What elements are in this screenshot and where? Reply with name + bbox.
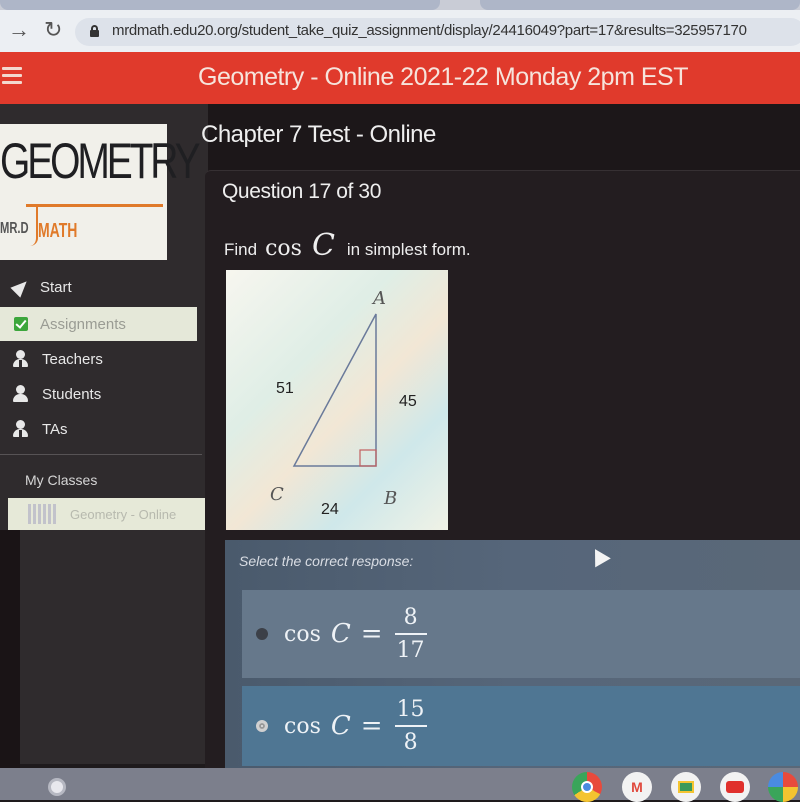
sidebar-item-assignments[interactable]: Assignments	[0, 307, 197, 341]
sidebar-item-start[interactable]: Start	[0, 270, 197, 304]
sidebar-item-teachers[interactable]: Teachers	[0, 342, 197, 376]
sidebar-item-label: TAs	[42, 420, 68, 438]
person-icon	[12, 385, 30, 403]
radio-button[interactable]	[256, 720, 268, 732]
vertex-a-label: A	[373, 288, 386, 309]
answer-equals: =	[360, 711, 383, 741]
answer-function: cos	[284, 713, 321, 739]
sidebar-item-label: Teachers	[42, 350, 103, 368]
lock-icon	[90, 25, 99, 37]
vertex-b-label: B	[384, 488, 398, 509]
logo-underline	[26, 204, 163, 207]
answer-fraction: 8 17	[394, 605, 427, 663]
sidebar-item-tas[interactable]: TAs	[0, 412, 197, 446]
sidebar-divider	[0, 454, 202, 455]
app-header: Geometry - Online 2021-22 Monday 2pm EST	[0, 52, 800, 104]
sidebar-item-label: Students	[42, 385, 102, 403]
checkbox-icon	[14, 317, 28, 331]
prompt-variable: C	[311, 228, 335, 263]
class-name: Geometry - Online	[70, 506, 177, 522]
answer-equals: =	[360, 619, 383, 649]
triangle-shape	[292, 313, 377, 467]
answer-option-2[interactable]: cos C = 15 8	[242, 686, 800, 766]
vertex-c-label: C	[270, 484, 284, 505]
select-response-label: Select the correct response:	[239, 553, 414, 569]
radio-button-selected[interactable]	[256, 628, 268, 640]
chrome-icon[interactable]	[572, 772, 602, 802]
right-angle-marker	[359, 449, 377, 467]
answer-function: cos	[284, 621, 321, 647]
prompt-suffix: in simplest form.	[346, 240, 471, 259]
logo-math: MATH	[38, 220, 78, 242]
side-cb-length: 24	[321, 501, 339, 518]
geometry-logo: GEOMETRY MR.D MATH	[0, 124, 201, 260]
question-number: Question 17 of 30	[222, 180, 381, 203]
sidebar-item-label: Start	[40, 278, 72, 296]
answer-option-1[interactable]: cos C = 8 17	[242, 590, 800, 678]
class-item-geometry-online[interactable]: Geometry - Online	[8, 498, 206, 530]
classroom-icon[interactable]	[671, 772, 701, 802]
side-ab-length: 45	[399, 393, 417, 410]
browser-tab[interactable]	[480, 0, 800, 10]
gmail-icon[interactable]: M	[622, 772, 652, 802]
prompt-function: cos	[265, 236, 302, 261]
navigation-arrow-icon	[10, 276, 32, 298]
photos-icon[interactable]	[768, 772, 798, 802]
sidebar-item-label: Assignments	[40, 315, 126, 333]
reload-icon[interactable]: ↻	[44, 18, 62, 42]
launcher-icon[interactable]	[48, 778, 66, 796]
side-ac-length: 51	[276, 380, 294, 397]
logo-bracket	[30, 206, 38, 246]
url-text[interactable]: mrdmath.edu20.org/student_take_quiz_assi…	[112, 22, 747, 39]
numerator: 15	[396, 697, 425, 722]
fraction-bar	[394, 725, 427, 727]
answer-variable: C	[330, 619, 351, 649]
hamburger-icon[interactable]	[2, 67, 22, 85]
person-icon	[12, 350, 30, 368]
denominator: 8	[403, 730, 418, 755]
forward-arrow-icon[interactable]: →	[8, 18, 30, 42]
question-prompt: Find cos C in simplest form.	[224, 228, 471, 263]
tab-strip	[0, 0, 800, 10]
prompt-find: Find	[224, 240, 258, 259]
screen-bezel	[0, 530, 20, 800]
youtube-icon[interactable]	[720, 772, 750, 802]
logo-mrd: MR.D	[0, 220, 29, 237]
person-icon	[12, 420, 30, 438]
denominator: 17	[396, 638, 425, 663]
numerator: 8	[403, 605, 418, 630]
answer-fraction: 15 8	[394, 697, 427, 755]
answer-expression: cos C = 8 17	[284, 605, 427, 663]
browser-tab[interactable]	[0, 0, 440, 10]
logo-title: GEOMETRY	[0, 133, 201, 189]
sidebar-item-students[interactable]: Students	[0, 377, 197, 411]
browser-toolbar: → ↻ mrdmath.edu20.org/student_take_quiz_…	[0, 10, 800, 52]
address-bar[interactable]: mrdmath.edu20.org/student_take_quiz_assi…	[75, 18, 800, 46]
course-title: Geometry - Online 2021-22 Monday 2pm EST	[198, 63, 688, 91]
my-classes-heading: My Classes	[25, 472, 98, 488]
answer-expression: cos C = 15 8	[284, 697, 427, 755]
triangle-figure: A C B 51 45 24	[226, 270, 448, 530]
fraction-bar	[394, 633, 427, 635]
answer-variable: C	[330, 711, 351, 741]
page-title: Chapter 7 Test - Online	[201, 121, 436, 148]
class-thumbnail-icon	[28, 504, 58, 524]
